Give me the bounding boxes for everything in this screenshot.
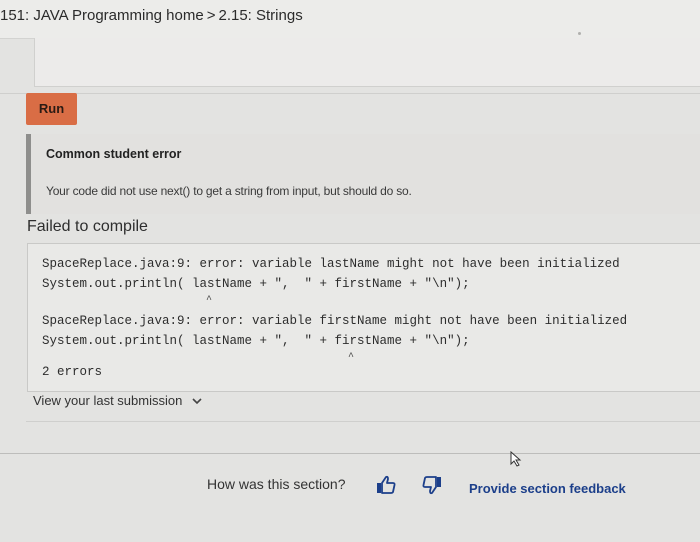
view-last-submission-label: View your last submission xyxy=(33,393,183,408)
breadcrumb-section: 2.15: Strings xyxy=(218,7,303,24)
breadcrumb-course[interactable]: 151: JAVA Programming home xyxy=(0,7,204,24)
error-panel: Common student error Your code did not u… xyxy=(26,134,700,214)
feedback-question: How was this section? xyxy=(207,476,346,492)
breadcrumb: 151: JAVA Programming home >2.15: Strings xyxy=(0,7,303,24)
compile-output: SpaceReplace.java:9: error: variable las… xyxy=(27,243,700,392)
thumbs-up-icon[interactable] xyxy=(375,474,397,496)
error-accent-bar xyxy=(26,134,31,214)
console-line-code-2: System.out.println( lastName + ", " + fi… xyxy=(42,334,470,348)
provide-feedback-link[interactable]: Provide section feedback xyxy=(469,481,626,496)
divider xyxy=(0,93,700,94)
run-button[interactable]: Run xyxy=(26,93,77,125)
console-error-count: 2 errors xyxy=(42,365,103,379)
compile-heading: Failed to compile xyxy=(27,218,148,235)
content-area xyxy=(34,38,700,87)
console-caret-1: ^ xyxy=(206,295,213,306)
divider xyxy=(26,421,700,422)
console-line-code-1: System.out.println( lastName + ", " + fi… xyxy=(42,277,470,291)
error-message: Your code did not use next() to get a st… xyxy=(46,184,412,198)
console-line-error-2: SpaceReplace.java:9: error: variable fir… xyxy=(42,314,628,328)
console-line-error-1: SpaceReplace.java:9: error: variable las… xyxy=(42,257,620,271)
error-title: Common student error xyxy=(46,147,182,161)
view-last-submission[interactable]: View your last submission xyxy=(33,393,202,408)
console-caret-2: ^ xyxy=(348,352,355,363)
breadcrumb-separator: > xyxy=(206,7,216,24)
mouse-cursor-icon xyxy=(509,450,523,467)
chevron-down-icon xyxy=(192,396,202,408)
divider xyxy=(0,453,700,454)
top-bar: 151: JAVA Programming home >2.15: Strings xyxy=(0,0,700,39)
decorative-dot xyxy=(578,32,581,35)
thumbs-down-icon[interactable] xyxy=(421,474,443,496)
